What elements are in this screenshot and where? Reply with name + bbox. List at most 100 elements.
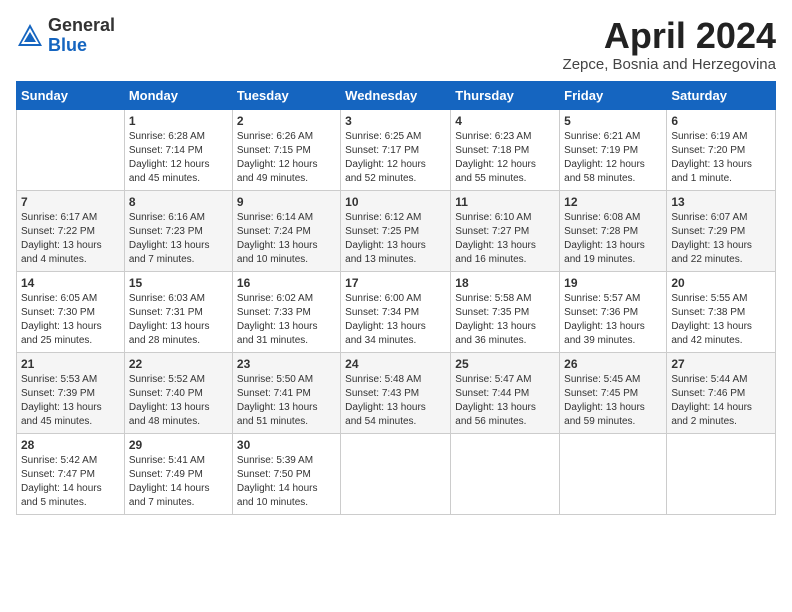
day-cell: 29Sunrise: 5:41 AM Sunset: 7:49 PM Dayli… — [124, 433, 232, 514]
day-number: 16 — [237, 276, 336, 290]
day-cell: 12 Sunrise: 6:08 AM Sunset: 7:28 PM Dayli… — [560, 190, 667, 271]
day-info: Sunrise: 6:23 AM Sunset: 7:18 PM Dayligh… — [455, 130, 555, 186]
day-number: 25 — [455, 357, 555, 371]
day-info: Sunrise: 5:50 AM Sunset: 7:41 PM Dayligh… — [237, 373, 336, 429]
header-row: SundayMondayTuesdayWednesdayThursdayFrid… — [17, 81, 776, 109]
day-cell: 7 Sunrise: 6:17 AM Sunset: 7:22 PM Daylig… — [17, 190, 125, 271]
day-number: 24 — [345, 357, 446, 371]
day-info: Sunrise: 6:03 AM Sunset: 7:31 PM Dayligh… — [129, 292, 228, 348]
day-number: 5 — [564, 114, 662, 128]
day-info: Sunrise: 5:55 AM Sunset: 7:38 PM Dayligh… — [671, 292, 771, 348]
day-number: 23 — [237, 357, 336, 371]
day-cell: 30 Sunrise: 5:39 AM Sunset: 7:50 PM Dayli… — [232, 433, 340, 514]
header-cell-saturday: Saturday — [667, 81, 776, 109]
day-cell: 21 Sunrise: 5:53 AM Sunset: 7:39 PM Dayli… — [17, 352, 125, 433]
day-number: 9 — [237, 195, 336, 209]
day-cell: 16 Sunrise: 6:02 AM Sunset: 7:33 PM Dayli… — [232, 271, 340, 352]
day-cell: 11Sunrise: 6:10 AM Sunset: 7:27 PM Dayli… — [451, 190, 560, 271]
header-cell-wednesday: Wednesday — [341, 81, 451, 109]
day-info: Sunrise: 5:53 AM Sunset: 7:39 PM Dayligh… — [21, 373, 120, 429]
week-row-3: 14 Sunrise: 6:05 AM Sunset: 7:30 PM Dayli… — [17, 271, 776, 352]
day-info: Sunrise: 6:02 AM Sunset: 7:33 PM Dayligh… — [237, 292, 336, 348]
day-cell: 18 Sunrise: 5:58 AM Sunset: 7:35 PM Dayli… — [451, 271, 560, 352]
day-cell: 24 Sunrise: 5:48 AM Sunset: 7:43 PM Dayli… — [341, 352, 451, 433]
day-number: 20 — [671, 276, 771, 290]
day-number: 11 — [455, 195, 555, 209]
month-title: April 2024 — [563, 16, 776, 56]
day-cell: 5 Sunrise: 6:21 AM Sunset: 7:19 PM Daylig… — [560, 109, 667, 190]
header-cell-sunday: Sunday — [17, 81, 125, 109]
header-cell-tuesday: Tuesday — [232, 81, 340, 109]
day-number: 18 — [455, 276, 555, 290]
day-info: Sunrise: 5:52 AM Sunset: 7:40 PM Dayligh… — [129, 373, 228, 429]
week-row-4: 21 Sunrise: 5:53 AM Sunset: 7:39 PM Dayli… — [17, 352, 776, 433]
day-number: 26 — [564, 357, 662, 371]
day-cell: 1 Sunrise: 6:28 AM Sunset: 7:14 PM Daylig… — [124, 109, 232, 190]
day-cell — [667, 433, 776, 514]
day-number: 3 — [345, 114, 446, 128]
day-cell: 28 Sunrise: 5:42 AM Sunset: 7:47 PM Dayli… — [17, 433, 125, 514]
day-number: 8 — [129, 195, 228, 209]
logo-icon — [16, 22, 44, 50]
day-info: Sunrise: 6:05 AM Sunset: 7:30 PM Dayligh… — [21, 292, 120, 348]
day-info: Sunrise: 6:25 AM Sunset: 7:17 PM Dayligh… — [345, 130, 446, 186]
day-cell: 14 Sunrise: 6:05 AM Sunset: 7:30 PM Dayli… — [17, 271, 125, 352]
day-cell: 6Sunrise: 6:19 AM Sunset: 7:20 PM Daylig… — [667, 109, 776, 190]
header-cell-monday: Monday — [124, 81, 232, 109]
day-number: 10 — [345, 195, 446, 209]
day-info: Sunrise: 6:17 AM Sunset: 7:22 PM Dayligh… — [21, 211, 120, 267]
subtitle: Zepce, Bosnia and Herzegovina — [563, 56, 776, 73]
day-cell: 27Sunrise: 5:44 AM Sunset: 7:46 PM Dayli… — [667, 352, 776, 433]
day-number: 19 — [564, 276, 662, 290]
day-cell: 26 Sunrise: 5:45 AM Sunset: 7:45 PM Dayli… — [560, 352, 667, 433]
day-cell: 8Sunrise: 6:16 AM Sunset: 7:23 PM Daylig… — [124, 190, 232, 271]
day-number: 28 — [21, 438, 120, 452]
logo-text: General Blue — [48, 16, 115, 56]
day-cell — [341, 433, 451, 514]
calendar-table: SundayMondayTuesdayWednesdayThursdayFrid… — [16, 81, 776, 515]
day-cell: 19Sunrise: 5:57 AM Sunset: 7:36 PM Dayli… — [560, 271, 667, 352]
day-cell — [17, 109, 125, 190]
day-cell: 13Sunrise: 6:07 AM Sunset: 7:29 PM Dayli… — [667, 190, 776, 271]
day-number: 12 — [564, 195, 662, 209]
day-number: 21 — [21, 357, 120, 371]
header-cell-thursday: Thursday — [451, 81, 560, 109]
day-number: 1 — [129, 114, 228, 128]
day-number: 15 — [129, 276, 228, 290]
day-info: Sunrise: 5:58 AM Sunset: 7:35 PM Dayligh… — [455, 292, 555, 348]
day-info: Sunrise: 5:47 AM Sunset: 7:44 PM Dayligh… — [455, 373, 555, 429]
day-number: 14 — [21, 276, 120, 290]
day-cell: 20 Sunrise: 5:55 AM Sunset: 7:38 PM Dayli… — [667, 271, 776, 352]
day-cell: 22 Sunrise: 5:52 AM Sunset: 7:40 PM Dayli… — [124, 352, 232, 433]
day-info: Sunrise: 5:44 AM Sunset: 7:46 PM Dayligh… — [671, 373, 771, 429]
title-block: April 2024 Zepce, Bosnia and Herzegovina — [563, 16, 776, 73]
day-number: 2 — [237, 114, 336, 128]
day-cell — [560, 433, 667, 514]
day-info: Sunrise: 5:39 AM Sunset: 7:50 PM Dayligh… — [237, 454, 336, 510]
day-number: 30 — [237, 438, 336, 452]
logo-blue: Blue — [48, 36, 115, 56]
week-row-2: 7 Sunrise: 6:17 AM Sunset: 7:22 PM Daylig… — [17, 190, 776, 271]
day-info: Sunrise: 6:28 AM Sunset: 7:14 PM Dayligh… — [129, 130, 228, 186]
page-header: General Blue April 2024 Zepce, Bosnia an… — [16, 16, 776, 73]
logo: General Blue — [16, 16, 115, 56]
header-cell-friday: Friday — [560, 81, 667, 109]
day-info: Sunrise: 5:48 AM Sunset: 7:43 PM Dayligh… — [345, 373, 446, 429]
day-cell — [451, 433, 560, 514]
day-number: 22 — [129, 357, 228, 371]
day-number: 7 — [21, 195, 120, 209]
day-cell: 15 Sunrise: 6:03 AM Sunset: 7:31 PM Dayli… — [124, 271, 232, 352]
day-cell: 9Sunrise: 6:14 AM Sunset: 7:24 PM Daylig… — [232, 190, 340, 271]
day-info: Sunrise: 5:45 AM Sunset: 7:45 PM Dayligh… — [564, 373, 662, 429]
day-number: 17 — [345, 276, 446, 290]
day-info: Sunrise: 5:42 AM Sunset: 7:47 PM Dayligh… — [21, 454, 120, 510]
day-number: 29 — [129, 438, 228, 452]
day-info: Sunrise: 6:26 AM Sunset: 7:15 PM Dayligh… — [237, 130, 336, 186]
day-cell: 10 Sunrise: 6:12 AM Sunset: 7:25 PM Dayli… — [341, 190, 451, 271]
day-info: Sunrise: 6:08 AM Sunset: 7:28 PM Dayligh… — [564, 211, 662, 267]
day-cell: 25 Sunrise: 5:47 AM Sunset: 7:44 PM Dayli… — [451, 352, 560, 433]
logo-general: General — [48, 16, 115, 36]
day-cell: 2 Sunrise: 6:26 AM Sunset: 7:15 PM Daylig… — [232, 109, 340, 190]
day-info: Sunrise: 6:12 AM Sunset: 7:25 PM Dayligh… — [345, 211, 446, 267]
day-info: Sunrise: 6:21 AM Sunset: 7:19 PM Dayligh… — [564, 130, 662, 186]
